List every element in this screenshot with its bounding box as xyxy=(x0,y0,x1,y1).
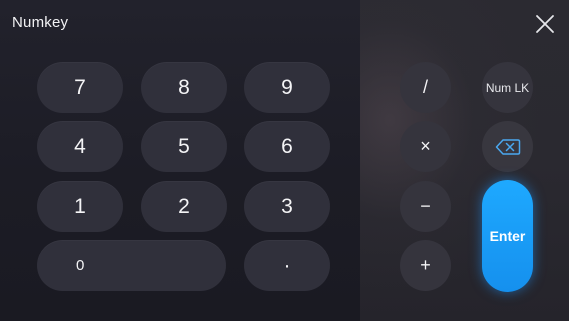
key-decimal[interactable]: · xyxy=(244,240,330,291)
backspace-icon xyxy=(495,138,520,155)
backspace-button[interactable] xyxy=(482,121,533,172)
key-7[interactable]: 7 xyxy=(37,62,123,113)
numkey-dialog: Numkey 7 8 9 4 5 6 1 2 3 0 · / × − + Num… xyxy=(0,0,569,321)
add-button[interactable]: + xyxy=(400,240,451,291)
key-9[interactable]: 9 xyxy=(244,62,330,113)
close-icon xyxy=(536,15,554,33)
key-2[interactable]: 2 xyxy=(141,181,227,232)
enter-button[interactable]: Enter xyxy=(482,180,533,292)
key-1[interactable]: 1 xyxy=(37,181,123,232)
key-8[interactable]: 8 xyxy=(141,62,227,113)
multiply-button[interactable]: × xyxy=(400,121,451,172)
divide-button[interactable]: / xyxy=(400,62,451,113)
key-5[interactable]: 5 xyxy=(141,121,227,172)
key-6[interactable]: 6 xyxy=(244,121,330,172)
key-3[interactable]: 3 xyxy=(244,181,330,232)
key-4[interactable]: 4 xyxy=(37,121,123,172)
numlock-button[interactable]: Num LK xyxy=(482,62,533,113)
close-button[interactable] xyxy=(532,11,558,37)
operator-panel xyxy=(360,0,569,321)
dialog-title: Numkey xyxy=(12,14,69,31)
subtract-button[interactable]: − xyxy=(400,181,451,232)
key-0[interactable]: 0 xyxy=(37,240,226,291)
